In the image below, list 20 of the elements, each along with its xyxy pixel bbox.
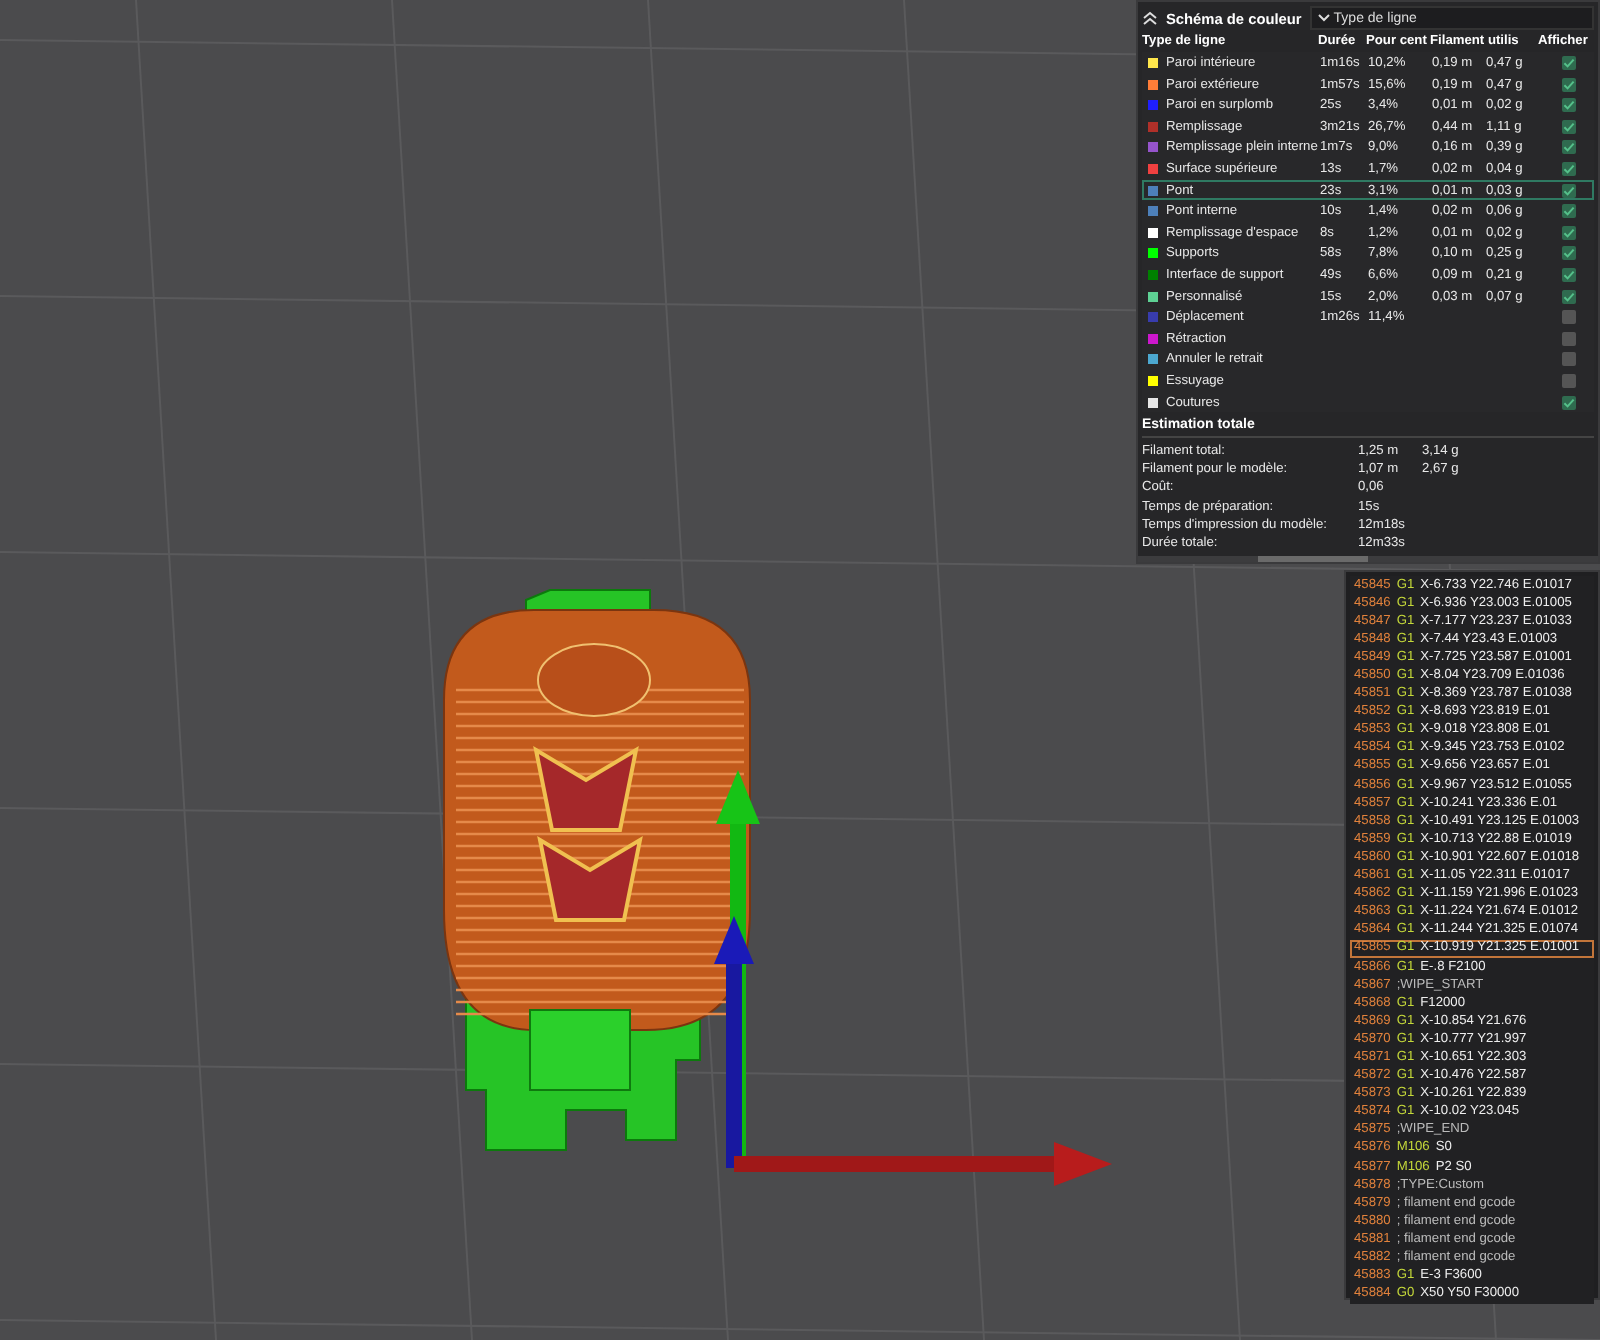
show-checkbox[interactable] [1561, 331, 1575, 346]
show-checkbox[interactable] [1561, 77, 1575, 92]
show-checkbox[interactable] [1561, 395, 1575, 409]
show-checkbox[interactable] [1561, 56, 1575, 70]
show-checkbox[interactable] [1561, 204, 1575, 219]
show-checkbox[interactable] [1561, 310, 1575, 325]
show-checkbox[interactable] [1561, 161, 1575, 176]
caret-icon [1317, 14, 1330, 22]
show-checkbox[interactable] [1561, 352, 1575, 367]
show-checkbox[interactable] [1561, 289, 1575, 304]
show-checkbox[interactable] [1561, 246, 1575, 261]
show-checkbox[interactable] [1561, 98, 1575, 113]
show-checkbox[interactable] [1561, 373, 1575, 388]
show-checkbox[interactable] [1561, 140, 1575, 155]
collapse-icon[interactable] [1142, 10, 1158, 26]
show-checkbox[interactable] [1561, 183, 1575, 198]
horizontal-scrollbar[interactable] [1138, 556, 1598, 563]
show-checkbox[interactable] [1561, 267, 1575, 282]
show-checkbox[interactable] [1561, 119, 1575, 134]
show-checkbox[interactable] [1561, 225, 1575, 240]
